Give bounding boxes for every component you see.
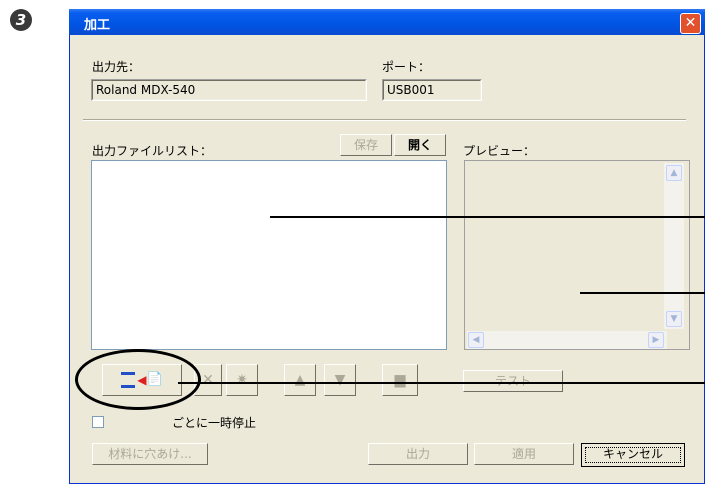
- move-up-button[interactable]: ▲: [284, 364, 316, 396]
- scroll-down-icon[interactable]: ▼: [666, 311, 682, 327]
- arrow-up-icon: ▲: [294, 372, 306, 388]
- output-destination-value: Roland MDX-540: [92, 80, 366, 100]
- output-destination-field: Roland MDX-540: [91, 79, 367, 101]
- separator: [83, 119, 686, 121]
- cancel-button-label: キャンセル: [602, 447, 663, 461]
- callout-line-preview: [580, 292, 705, 294]
- port-value: USB001: [383, 80, 481, 100]
- open-button[interactable]: 開く: [394, 134, 446, 156]
- preview-horizontal-scrollbar[interactable]: [467, 331, 667, 349]
- scroll-left-icon[interactable]: ◀: [468, 332, 484, 348]
- preview-vertical-scrollbar[interactable]: [664, 163, 684, 329]
- save-button[interactable]: 保存: [340, 134, 392, 156]
- test-button[interactable]: テスト: [463, 370, 563, 392]
- document-settings-icon: ▆: [394, 372, 406, 388]
- move-down-button[interactable]: ▼: [324, 364, 356, 396]
- star-icon: ✷: [236, 372, 248, 388]
- clear-button[interactable]: ✷: [226, 364, 258, 396]
- output-button[interactable]: 出力: [368, 443, 468, 465]
- callout-line-file-list: [270, 216, 705, 218]
- scroll-right-icon[interactable]: ▶: [648, 332, 664, 348]
- pause-checkbox-label: ごとに一時停止: [172, 416, 257, 430]
- pause-checkbox[interactable]: [92, 416, 104, 428]
- callout-line-add-button: [178, 382, 705, 384]
- preview-pane: [464, 160, 690, 350]
- step-number-badge: 3: [10, 9, 32, 31]
- file-list-label: 出力ファイルリスト：: [92, 144, 213, 158]
- properties-button[interactable]: ▆: [382, 364, 418, 396]
- title-bar[interactable]: [69, 9, 705, 35]
- output-file-list[interactable]: [91, 160, 447, 350]
- arrow-down-icon: ▼: [334, 372, 346, 388]
- apply-button[interactable]: 適用: [474, 443, 574, 465]
- close-icon: ✕: [684, 15, 697, 31]
- cancel-button[interactable]: キャンセル: [581, 443, 685, 467]
- output-destination-label: 出力先：: [92, 60, 141, 74]
- close-button[interactable]: ✕: [680, 13, 701, 34]
- port-label: ポート：: [382, 60, 431, 74]
- preview-label: プレビュー：: [463, 144, 536, 158]
- drill-material-button[interactable]: 材料に穴あけ...: [92, 443, 208, 465]
- scroll-up-icon[interactable]: ▲: [666, 165, 682, 181]
- port-field: USB001: [382, 79, 482, 101]
- highlight-oval: [75, 349, 201, 410]
- window-title: 加工: [84, 18, 111, 33]
- x-icon: ✕: [202, 372, 214, 388]
